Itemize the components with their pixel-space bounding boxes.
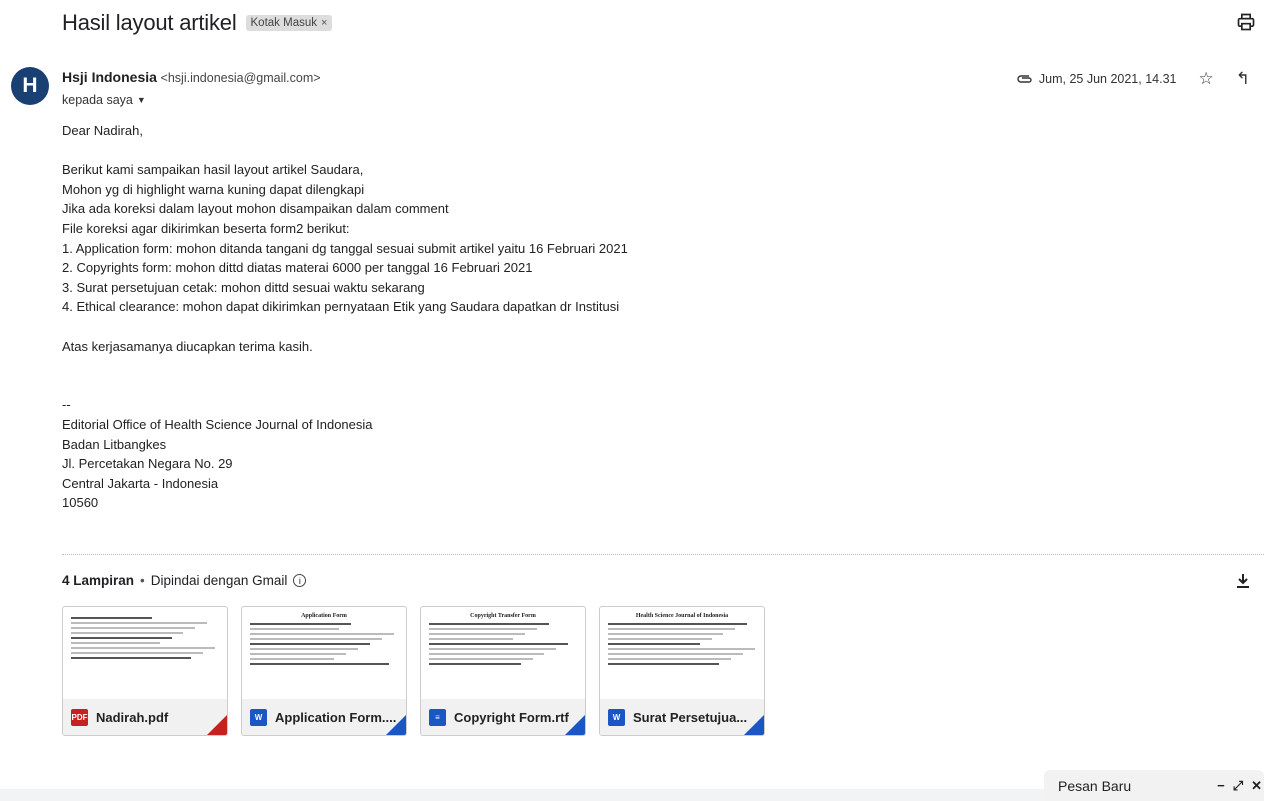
label-chip-text: Kotak Masuk: [250, 17, 317, 29]
pdf-icon: PDF: [71, 708, 88, 726]
thumbnail-title: Health Science Journal of Indonesia: [635, 613, 729, 619]
minimize-icon[interactable]: −: [1217, 778, 1225, 794]
body-line: 3. Surat persetujuan cetak: mohon dittd …: [62, 279, 425, 295]
email-subject-row: Hasil layout artikel Kotak Masuk ×: [62, 10, 333, 36]
file-type-corner: [386, 715, 406, 735]
attachments-list: PDF Nadirah.pdf Application Form W Applicati…: [62, 606, 765, 736]
body-line: Dear Nadirah,: [62, 123, 143, 138]
body-line: Editorial Office of Health Science Journ…: [62, 416, 373, 432]
attachments-divider: [62, 554, 1264, 555]
sender-name[interactable]: Hsji Indonesia: [62, 69, 157, 85]
attachment-footer: W Surat Persetujua...: [600, 699, 764, 735]
word-icon: W: [250, 708, 267, 726]
email-subject: Hasil layout artikel: [62, 10, 237, 35]
recipient-line[interactable]: kepada saya ▼: [62, 93, 146, 107]
doc-icon: ≡: [429, 708, 446, 726]
body-line: Badan Litbangkes: [62, 436, 167, 452]
scan-label: Dipindai dengan Gmail: [150, 573, 288, 588]
compose-window[interactable]: Pesan Baru − ⤢ ✕: [1044, 770, 1264, 801]
email-date: Jum, 25 Jun 2021, 14.31: [1038, 72, 1177, 86]
body-gap: [62, 356, 628, 376]
attachment-footer: PDF Nadirah.pdf: [63, 699, 227, 735]
attachment-footer: ≡ Copyright Form.rtf: [421, 699, 585, 735]
body-line: Central Jakarta - Indonesia: [62, 475, 219, 491]
star-icon[interactable]: ☆: [1199, 69, 1214, 89]
thumbnail-title: Copyright Transfer Form: [470, 613, 536, 619]
body-gap: [62, 317, 628, 337]
email-meta: Jum, 25 Jun 2021, 14.31 ☆ ↰: [1017, 69, 1250, 89]
body-line: 10560: [62, 495, 99, 511]
attachment-card[interactable]: PDF Nadirah.pdf: [62, 606, 228, 736]
sender-line: Hsji Indonesia <hsji.indonesia@gmail.com…: [62, 69, 321, 85]
attachments-count: 4 Lampiran: [62, 573, 135, 588]
attachment-card[interactable]: Application Form W Application Form....: [241, 606, 407, 736]
download-all-icon[interactable]: [1236, 573, 1250, 589]
attachment-thumbnail: Health Science Journal of Indonesia: [600, 607, 764, 697]
body-line: 2. Copyrights form: mohon dittd diatas m…: [62, 260, 533, 276]
body-line: Atas kerjasamanya diucapkan terima kasih…: [62, 338, 313, 354]
body-line: 1. Application form: mohon ditanda tanga…: [62, 240, 628, 256]
print-icon[interactable]: [1236, 12, 1256, 32]
label-remove-icon[interactable]: ×: [321, 17, 327, 29]
body-line: Berikut kami sampaikan hasil layout arti…: [62, 162, 364, 178]
recipient-text: kepada saya: [62, 93, 133, 107]
body-line: Jl. Percetakan Negara No. 29: [62, 456, 233, 472]
attachment-name: Surat Persetujua...: [633, 709, 748, 725]
attachment-footer: W Application Form....: [242, 699, 406, 735]
body-gap: [62, 141, 628, 161]
label-chip[interactable]: Kotak Masuk ×: [245, 15, 333, 31]
reply-icon[interactable]: ↰: [1236, 69, 1250, 89]
body-line: File koreksi agar dikirimkan beserta for…: [62, 220, 350, 236]
attachment-name: Application Form....: [275, 709, 397, 725]
attachment-thumbnail: Copyright Transfer Form: [421, 607, 585, 697]
attachment-name: Copyright Form.rtf: [454, 709, 569, 725]
word-icon: W: [608, 708, 625, 726]
expand-icon[interactable]: ⤢: [1233, 778, 1243, 794]
body-line: Jika ada koreksi dalam layout mohon disa…: [62, 201, 449, 217]
attachment-card[interactable]: Copyright Transfer Form ≡ Copyright Form.r…: [420, 606, 586, 736]
attachment-icon: [1017, 75, 1032, 83]
close-icon[interactable]: ✕: [1251, 778, 1262, 794]
attachment-thumbnail: [63, 607, 227, 697]
info-icon[interactable]: i: [293, 574, 307, 587]
file-type-corner: [207, 715, 227, 735]
email-body: Dear Nadirah, Berikut kami sampaikan hasi…: [62, 121, 628, 513]
file-type-corner: [565, 715, 585, 735]
body-line: 4. Ethical clearance: mohon dapat dikiri…: [62, 299, 620, 315]
compose-title[interactable]: Pesan Baru: [1058, 778, 1131, 794]
chevron-down-icon[interactable]: ▼: [137, 95, 146, 105]
body-gap: [62, 376, 628, 396]
attachment-thumbnail: Application Form: [242, 607, 406, 697]
sender-avatar[interactable]: H: [11, 67, 49, 105]
sender-email: <hsji.indonesia@gmail.com>: [160, 71, 321, 85]
attachment-name: Nadirah.pdf: [96, 709, 169, 725]
body-line: Mohon yg di highlight warna kuning dapat…: [62, 181, 365, 197]
file-type-corner: [744, 715, 764, 735]
separator: •: [140, 573, 145, 588]
attachments-header: 4 Lampiran • Dipindai dengan Gmail i: [62, 573, 307, 588]
attachment-card[interactable]: Health Science Journal of Indonesia W Sura…: [599, 606, 765, 736]
thumbnail-title: Application Form: [301, 613, 347, 619]
body-line: --: [62, 397, 71, 413]
